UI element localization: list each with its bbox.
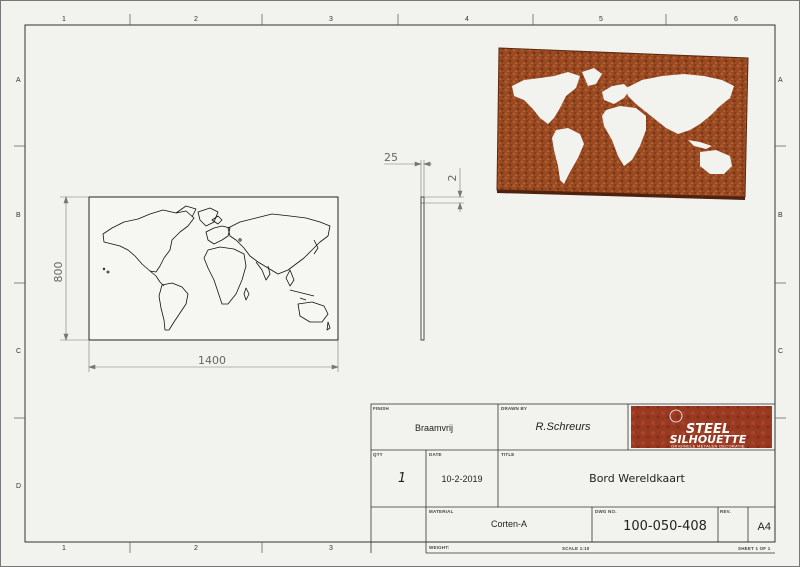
drawn-value: R.Schreurs bbox=[535, 421, 591, 433]
zone-row-b-right: B bbox=[778, 212, 783, 219]
material-label: MATERIAL bbox=[429, 509, 454, 514]
zone-col-1: 1 bbox=[62, 16, 66, 23]
side-view bbox=[420, 196, 425, 341]
dimension-width-label: 1400 bbox=[198, 354, 226, 367]
zone-row-c: C bbox=[16, 348, 21, 355]
logo-tagline: ORIGINELE METALEN DECORATIE bbox=[671, 444, 745, 449]
scale-label: SCALE 1:10 bbox=[562, 546, 590, 551]
finish-label: FINISH bbox=[373, 406, 389, 411]
zone-row-a: A bbox=[16, 77, 21, 84]
qty-value: 1 bbox=[398, 471, 406, 486]
qty-label: QTY bbox=[373, 452, 383, 457]
weight-label: WEIGHT: bbox=[429, 545, 450, 550]
dimension-offset-label: 25 bbox=[384, 151, 398, 164]
front-view bbox=[88, 196, 339, 341]
dwg-label: DWG NO. bbox=[595, 509, 617, 514]
dimension-height-label: 800 bbox=[52, 262, 65, 283]
material-value: Corten-A bbox=[491, 519, 527, 529]
date-label: DATE bbox=[429, 452, 442, 457]
zone-col-5: 5 bbox=[599, 16, 603, 23]
sheet-label: SHEET 1 OF 1 bbox=[738, 546, 771, 551]
title-value: Bord Wereldkaart bbox=[589, 472, 685, 485]
date-value: 10-2-2019 bbox=[441, 474, 482, 484]
zone-bottom-col-2: 2 bbox=[194, 545, 198, 552]
size-value: A4 bbox=[758, 521, 771, 533]
rev-label: REV. bbox=[720, 509, 731, 514]
zone-col-4: 4 bbox=[465, 16, 469, 23]
drawn-label: DRAWN BY bbox=[501, 406, 527, 411]
rendered-view bbox=[496, 47, 749, 200]
zone-row-c-right: C bbox=[778, 348, 783, 355]
zone-col-2: 2 bbox=[194, 16, 198, 23]
finish-value: Braamvrij bbox=[415, 423, 453, 433]
zone-row-b: B bbox=[16, 212, 21, 219]
dimension-thickness-label: 2 bbox=[446, 175, 459, 182]
zone-bottom-col-1: 1 bbox=[62, 545, 66, 552]
zone-row-d: D bbox=[16, 483, 21, 490]
company-logo: STEEL SILHOUETTE ORIGINELE METALEN DECOR… bbox=[631, 406, 772, 449]
zone-col-3: 3 bbox=[329, 16, 333, 23]
dwg-value: 100-050-408 bbox=[623, 519, 707, 534]
zone-col-6: 6 bbox=[734, 16, 738, 23]
title-label: TITLE bbox=[501, 452, 515, 457]
zone-row-a-right: A bbox=[778, 77, 783, 84]
zone-bottom-col-3: 3 bbox=[329, 545, 333, 552]
drawing-sheet: 1 2 3 4 5 6 1 2 3 A B C D A B C 800 1400… bbox=[0, 0, 800, 567]
